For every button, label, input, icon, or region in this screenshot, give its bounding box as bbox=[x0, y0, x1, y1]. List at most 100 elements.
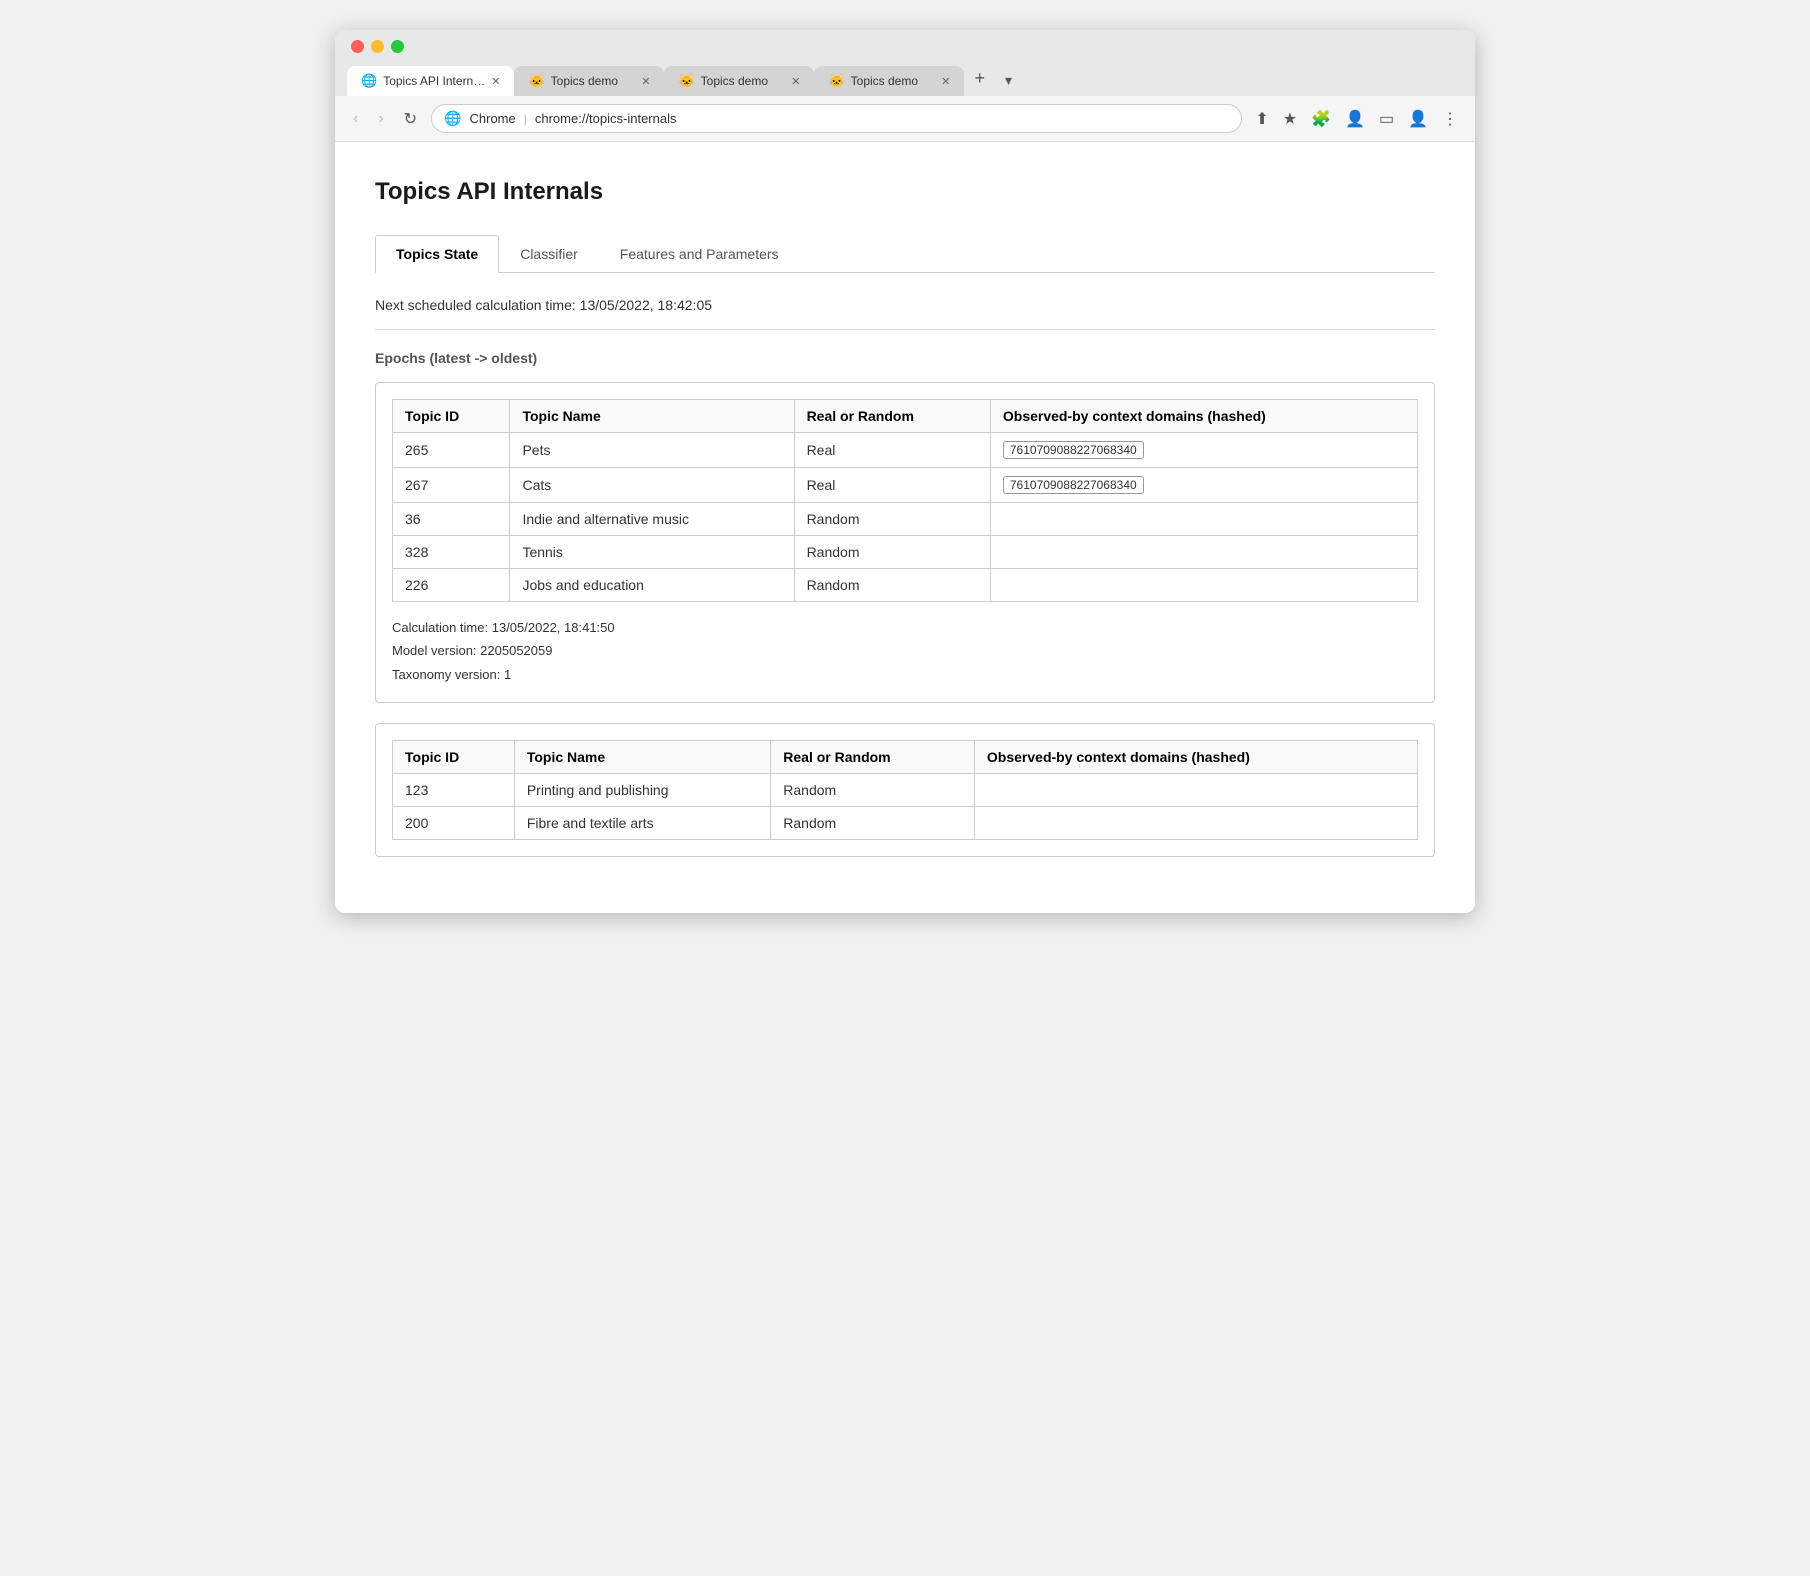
cell-real-random: Real bbox=[794, 468, 990, 503]
table-row: 265PetsReal7610709088227068340 bbox=[393, 433, 1418, 468]
epoch-block-1: Topic ID Topic Name Real or Random Obser… bbox=[375, 382, 1435, 703]
address-url: chrome://topics-internals bbox=[535, 111, 677, 126]
share-button[interactable]: ⬆ bbox=[1250, 105, 1273, 133]
calc-time-label: Calculation time: bbox=[392, 620, 488, 635]
bookmark-button[interactable]: ★ bbox=[1278, 105, 1302, 133]
reload-button[interactable]: ↻ bbox=[398, 105, 423, 133]
col-header-domains: Observed-by context domains (hashed) bbox=[990, 400, 1417, 433]
table-row: 200Fibre and textile artsRandom bbox=[393, 807, 1418, 840]
cell-topic-name: Tennis bbox=[510, 536, 794, 569]
tab-label-2: Topics demo bbox=[551, 74, 618, 88]
cell-real-random: Random bbox=[794, 503, 990, 536]
taxonomy-version-value: 1 bbox=[504, 667, 511, 682]
cell-domains bbox=[990, 503, 1417, 536]
back-button[interactable]: ‹ bbox=[347, 106, 364, 132]
cell-real-random: Real bbox=[794, 433, 990, 468]
calc-time-line: Calculation time: 13/05/2022, 18:41:50 bbox=[392, 616, 1418, 639]
epoch-table-1: Topic ID Topic Name Real or Random Obser… bbox=[392, 399, 1418, 602]
cell-topic-id: 265 bbox=[393, 433, 510, 468]
tab-icon-globe: 🌐 bbox=[361, 73, 377, 89]
tab-bar: 🌐 Topics API Intern… ✕ 🐱 Topics demo ✕ 🐱… bbox=[347, 61, 1463, 96]
maximize-button[interactable] bbox=[391, 40, 404, 53]
cell-topic-id: 123 bbox=[393, 774, 515, 807]
address-icon: 🌐 bbox=[444, 110, 461, 127]
browser-tab-2[interactable]: 🐱 Topics demo ✕ bbox=[514, 66, 664, 96]
tab-overflow-button[interactable]: ▾ bbox=[995, 65, 1022, 96]
col-header-real-random-2: Real or Random bbox=[771, 741, 975, 774]
epoch-table-2: Topic ID Topic Name Real or Random Obser… bbox=[392, 740, 1418, 840]
tab-icon-cat-2: 🐱 bbox=[528, 73, 544, 89]
tab-close-button-3[interactable]: ✕ bbox=[791, 75, 800, 88]
tab-classifier[interactable]: Classifier bbox=[499, 235, 599, 273]
domain-tag: 7610709088227068340 bbox=[1003, 476, 1144, 494]
sidebar-button[interactable]: ▭ bbox=[1374, 105, 1399, 133]
cell-real-random: Random bbox=[794, 536, 990, 569]
extensions-button[interactable]: 🧩 bbox=[1306, 105, 1336, 133]
cell-domains bbox=[990, 569, 1417, 602]
table-row: 123Printing and publishingRandom bbox=[393, 774, 1418, 807]
col-header-domains-2: Observed-by context domains (hashed) bbox=[974, 741, 1417, 774]
tab-close-button[interactable]: ✕ bbox=[491, 75, 500, 88]
tab-close-button-2[interactable]: ✕ bbox=[641, 75, 650, 88]
table-row: 267CatsReal7610709088227068340 bbox=[393, 468, 1418, 503]
address-bar[interactable]: 🌐 Chrome | chrome://topics-internals bbox=[431, 104, 1242, 133]
nav-actions: ⬆ ★ 🧩 👤 ▭ 👤 ⋮ bbox=[1250, 105, 1463, 133]
cell-topic-id: 226 bbox=[393, 569, 510, 602]
epochs-title: Epochs (latest -> oldest) bbox=[375, 350, 1435, 366]
minimize-button[interactable] bbox=[371, 40, 384, 53]
col-header-topic-name-2: Topic Name bbox=[514, 741, 770, 774]
tab-topics-state[interactable]: Topics State bbox=[375, 235, 499, 273]
tab-close-button-4[interactable]: ✕ bbox=[941, 75, 950, 88]
protocol-label: Chrome bbox=[470, 111, 516, 126]
traffic-lights bbox=[347, 40, 1463, 53]
cell-domains bbox=[974, 774, 1417, 807]
tab-label-4: Topics demo bbox=[851, 74, 918, 88]
browser-window: 🌐 Topics API Intern… ✕ 🐱 Topics demo ✕ 🐱… bbox=[335, 30, 1475, 913]
tab-label-3: Topics demo bbox=[701, 74, 768, 88]
page-title: Topics API Internals bbox=[375, 178, 1435, 206]
taxonomy-version-line: Taxonomy version: 1 bbox=[392, 663, 1418, 686]
account-icon[interactable]: 👤 bbox=[1403, 105, 1433, 133]
cell-topic-name: Fibre and textile arts bbox=[514, 807, 770, 840]
nav-bar: ‹ › ↻ 🌐 Chrome | chrome://topics-interna… bbox=[335, 96, 1475, 142]
model-version-label: Model version: bbox=[392, 643, 477, 658]
tabs-container: Topics State Classifier Features and Par… bbox=[375, 234, 1435, 273]
close-button[interactable] bbox=[351, 40, 364, 53]
profile-button[interactable]: 👤 bbox=[1340, 105, 1370, 133]
cell-domains: 7610709088227068340 bbox=[990, 468, 1417, 503]
col-header-topic-id-2: Topic ID bbox=[393, 741, 515, 774]
cell-real-random: Random bbox=[771, 774, 975, 807]
cell-domains bbox=[990, 536, 1417, 569]
epoch-block-2: Topic ID Topic Name Real or Random Obser… bbox=[375, 723, 1435, 857]
table-header-row-2: Topic ID Topic Name Real or Random Obser… bbox=[393, 741, 1418, 774]
new-tab-button[interactable]: + bbox=[964, 61, 995, 96]
cell-topic-id: 328 bbox=[393, 536, 510, 569]
next-calc-value: 13/05/2022, 18:42:05 bbox=[580, 297, 712, 313]
cell-topic-name: Jobs and education bbox=[510, 569, 794, 602]
calc-time-value: 13/05/2022, 18:41:50 bbox=[492, 620, 615, 635]
page-content: Topics API Internals Topics State Classi… bbox=[335, 142, 1475, 913]
cell-topic-name: Printing and publishing bbox=[514, 774, 770, 807]
model-version-value: 2205052059 bbox=[480, 643, 552, 658]
tab-features-parameters[interactable]: Features and Parameters bbox=[599, 235, 800, 273]
browser-tab-4[interactable]: 🐱 Topics demo ✕ bbox=[814, 66, 964, 96]
title-bar: 🌐 Topics API Intern… ✕ 🐱 Topics demo ✕ 🐱… bbox=[335, 30, 1475, 96]
browser-tab-3[interactable]: 🐱 Topics demo ✕ bbox=[664, 66, 814, 96]
next-calc-text: Next scheduled calculation time: 13/05/2… bbox=[375, 297, 1435, 313]
cell-topic-id: 36 bbox=[393, 503, 510, 536]
epoch-meta-1: Calculation time: 13/05/2022, 18:41:50 M… bbox=[392, 616, 1418, 686]
table-row: 226Jobs and educationRandom bbox=[393, 569, 1418, 602]
domain-tag: 7610709088227068340 bbox=[1003, 441, 1144, 459]
address-divider: | bbox=[524, 112, 527, 126]
tab-icon-cat-4: 🐱 bbox=[828, 73, 844, 89]
table-row: 36Indie and alternative musicRandom bbox=[393, 503, 1418, 536]
col-header-topic-name: Topic Name bbox=[510, 400, 794, 433]
cell-topic-name: Cats bbox=[510, 468, 794, 503]
menu-button[interactable]: ⋮ bbox=[1437, 105, 1463, 133]
cell-domains bbox=[974, 807, 1417, 840]
taxonomy-version-label: Taxonomy version: bbox=[392, 667, 500, 682]
forward-button[interactable]: › bbox=[372, 106, 389, 132]
table-header-row: Topic ID Topic Name Real or Random Obser… bbox=[393, 400, 1418, 433]
browser-tab-active[interactable]: 🌐 Topics API Intern… ✕ bbox=[347, 66, 514, 96]
tab-label: Topics API Intern… bbox=[383, 74, 485, 88]
